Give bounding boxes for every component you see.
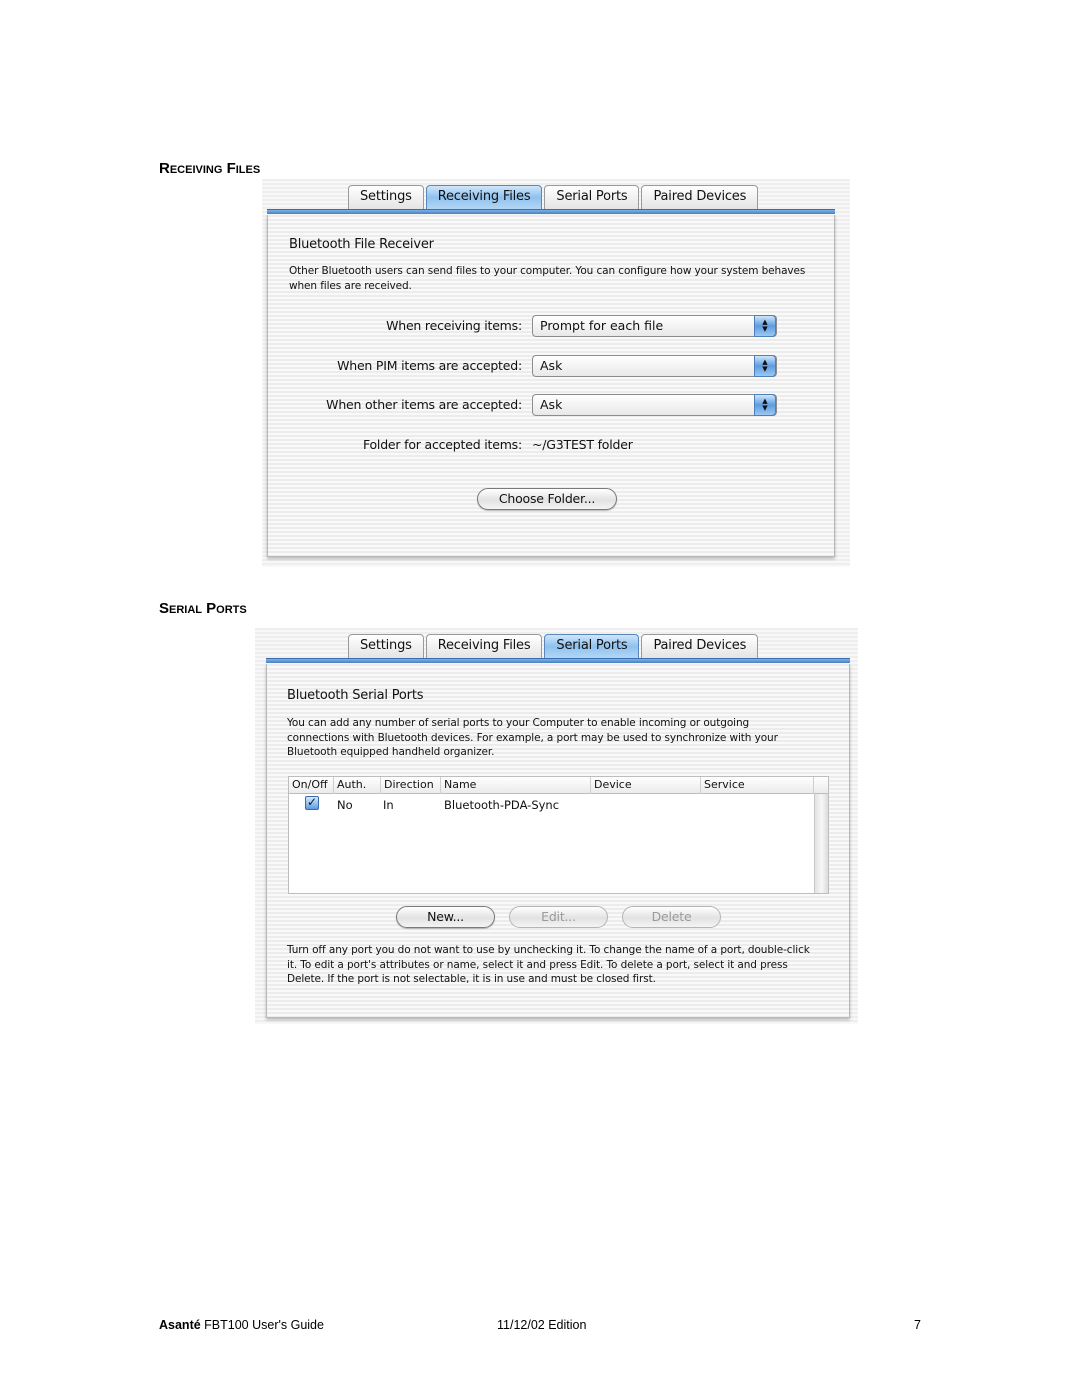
- receiving-items-value: Prompt for each file: [540, 318, 664, 333]
- port-enabled-checkbox[interactable]: ✓: [305, 796, 319, 810]
- column-header-device[interactable]: Device: [591, 777, 701, 794]
- pane-description: You can add any number of serial ports t…: [287, 717, 778, 758]
- column-header-service[interactable]: Service: [701, 777, 814, 794]
- name-cell: Bluetooth-PDA-Sync: [444, 798, 560, 812]
- receiving-files-pane: Bluetooth File Receiver Other Bluetooth …: [267, 215, 835, 557]
- footer-page-number: 7: [914, 1318, 921, 1332]
- auth-cell: No: [337, 798, 353, 812]
- footer-guide-title: FBT100 User's Guide: [204, 1318, 324, 1332]
- help-text: Turn off any port you do not want to use…: [287, 944, 810, 985]
- folder-label: Folder for accepted items:: [362, 437, 522, 452]
- tab-divider: [266, 658, 850, 663]
- tab-paired-devices[interactable]: Paired Devices: [641, 634, 759, 658]
- folder-value: ~/G3TEST folder: [532, 437, 633, 452]
- column-header-auth[interactable]: Auth.: [334, 777, 381, 794]
- receiving-files-heading: Receiving Files: [159, 160, 261, 177]
- popup-arrows-icon: ▲ ▼: [754, 394, 776, 416]
- tab-serial-ports[interactable]: Serial Ports: [544, 634, 640, 658]
- tab-bar: Settings Receiving Files Serial Ports Pa…: [348, 185, 760, 209]
- receiving-files-screenshot: Settings Receiving Files Serial Ports Pa…: [262, 179, 850, 567]
- delete-port-button[interactable]: Delete: [622, 906, 721, 928]
- serial-ports-heading: Serial Ports: [159, 600, 247, 617]
- other-items-value: Ask: [540, 397, 563, 412]
- receiving-items-popup[interactable]: Prompt for each file ▲ ▼: [532, 315, 777, 337]
- footer-guide: Asanté FBT100 User's Guide: [159, 1318, 324, 1332]
- tab-divider: [267, 209, 835, 214]
- footer-brand: Asanté: [159, 1318, 201, 1332]
- tab-receiving-files[interactable]: Receiving Files: [425, 185, 543, 209]
- footer-edition: 11/12/02 Edition: [497, 1318, 587, 1332]
- serial-ports-pane: Bluetooth Serial Ports You can add any n…: [266, 664, 850, 1018]
- column-header-name[interactable]: Name: [441, 777, 591, 794]
- pim-items-label: When PIM items are accepted:: [337, 358, 522, 373]
- choose-folder-button[interactable]: Choose Folder...: [477, 488, 617, 510]
- popup-arrows-icon: ▲ ▼: [754, 315, 776, 337]
- table-scrollbar[interactable]: [814, 794, 828, 893]
- tab-settings[interactable]: Settings: [348, 185, 424, 209]
- other-items-label: When other items are accepted:: [326, 397, 522, 412]
- column-header-on-off[interactable]: On/Off: [289, 777, 334, 794]
- pim-items-value: Ask: [540, 358, 563, 373]
- checkmark-icon: ✓: [306, 795, 318, 809]
- other-items-popup[interactable]: Ask ▲ ▼: [532, 394, 777, 416]
- tab-serial-ports[interactable]: Serial Ports: [544, 185, 640, 209]
- serial-ports-table: On/Off Auth. Direction Name Device Servi…: [288, 776, 829, 894]
- pim-items-popup[interactable]: Ask ▲ ▼: [532, 355, 777, 377]
- direction-cell: In: [383, 798, 394, 812]
- pane-title: Bluetooth File Receiver: [289, 237, 434, 252]
- tab-receiving-files[interactable]: Receiving Files: [425, 634, 543, 658]
- popup-arrows-icon: ▲ ▼: [754, 355, 776, 377]
- table-header: On/Off Auth. Direction Name Device Servi…: [289, 777, 828, 794]
- receiving-items-label: When receiving items:: [386, 318, 522, 333]
- pane-title: Bluetooth Serial Ports: [287, 688, 424, 703]
- pane-description: Other Bluetooth users can send files to …: [289, 265, 806, 292]
- tab-paired-devices[interactable]: Paired Devices: [641, 185, 759, 209]
- new-port-button[interactable]: New...: [396, 906, 495, 928]
- edit-port-button[interactable]: Edit...: [509, 906, 608, 928]
- tab-settings[interactable]: Settings: [348, 634, 424, 658]
- tab-bar: Settings Receiving Files Serial Ports Pa…: [348, 634, 760, 658]
- column-header-direction[interactable]: Direction: [381, 777, 441, 794]
- serial-ports-screenshot: Settings Receiving Files Serial Ports Pa…: [255, 628, 858, 1024]
